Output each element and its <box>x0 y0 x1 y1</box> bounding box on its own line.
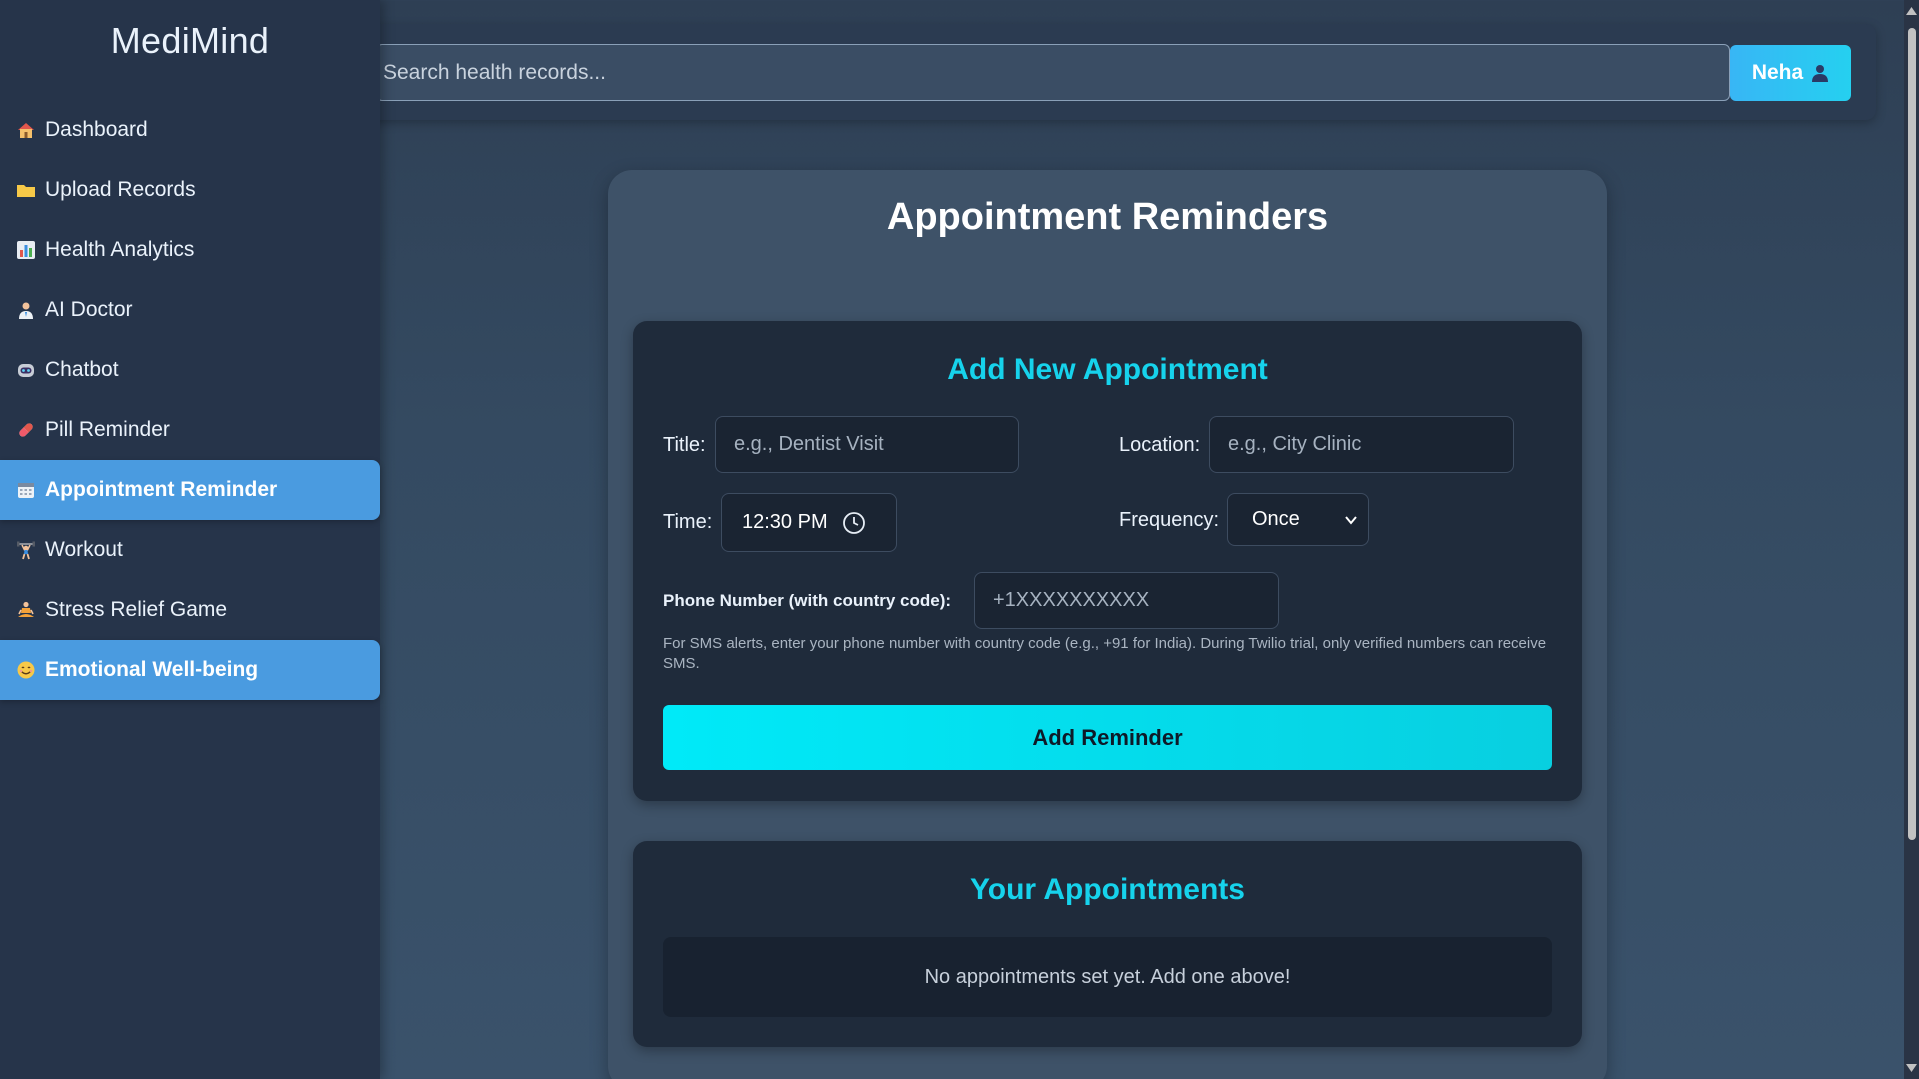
brand-logo: MediMind <box>110 20 270 61</box>
sidebar-item-label: AI Doctor <box>45 298 133 321</box>
add-appointment-panel: Add New Appointment Title: Location: Tim… <box>633 321 1582 801</box>
house-icon <box>15 119 37 141</box>
user-profile-button[interactable]: Neha <box>1730 45 1851 101</box>
sidebar-item-workout[interactable]: Workout <box>0 520 380 580</box>
add-appointment-heading: Add New Appointment <box>947 353 1268 386</box>
sidebar-item-chatbot[interactable]: Chatbot <box>0 340 380 400</box>
user-icon <box>1812 65 1829 82</box>
time-label: Time: <box>663 511 713 533</box>
folder-icon <box>15 179 37 201</box>
location-input[interactable] <box>1209 416 1514 473</box>
sidebar: MediMind Dashboard Upload Records Health… <box>0 0 380 1079</box>
calendar-icon <box>15 479 37 501</box>
meditation-icon <box>15 599 37 621</box>
clock-icon[interactable] <box>842 511 866 535</box>
robot-icon <box>15 359 37 381</box>
main-card: Appointment Reminders Add New Appointmen… <box>608 170 1607 1079</box>
phone-label: Phone Number (with country code): <box>663 591 952 610</box>
sidebar-item-label: Health Analytics <box>45 238 195 261</box>
search-input[interactable] <box>376 44 1730 101</box>
page-scrollbar[interactable] <box>1904 0 1919 1079</box>
time-input[interactable]: 12:30 PM <box>721 493 897 552</box>
frequency-label: Frequency: <box>1119 509 1220 531</box>
appointments-heading: Your Appointments <box>970 873 1245 906</box>
add-reminder-button[interactable]: Add Reminder <box>663 705 1552 770</box>
top-bar: Neha <box>360 24 1876 120</box>
weightlifter-icon <box>15 539 37 561</box>
time-value: 12:30 PM <box>742 511 828 533</box>
sidebar-item-upload-records[interactable]: Upload Records <box>0 160 380 220</box>
doctor-icon <box>15 299 37 321</box>
pill-icon <box>15 419 37 441</box>
frequency-select[interactable]: Once <box>1227 493 1369 546</box>
scroll-down-arrow-icon[interactable] <box>1906 1063 1917 1073</box>
appointments-list-panel: Your Appointments No appointments set ye… <box>633 841 1582 1047</box>
sms-hint-text: For SMS alerts, enter your phone number … <box>663 635 1547 672</box>
scroll-up-arrow-icon[interactable] <box>1906 6 1917 16</box>
sidebar-item-label: Emotional Well-being <box>45 658 259 681</box>
smiley-icon <box>15 659 37 681</box>
sidebar-item-label: Chatbot <box>45 358 119 381</box>
user-name: Neha <box>1751 61 1804 84</box>
sidebar-item-appointment-reminder[interactable]: Appointment Reminder <box>0 460 380 520</box>
phone-input[interactable] <box>974 572 1279 629</box>
scrollbar-thumb[interactable] <box>1908 28 1916 840</box>
sidebar-item-dashboard[interactable]: Dashboard <box>0 100 380 160</box>
empty-appointments-message: No appointments set yet. Add one above! <box>663 937 1552 1017</box>
title-label: Title: <box>663 434 706 456</box>
bar-chart-icon <box>15 239 37 261</box>
title-input[interactable] <box>715 416 1019 473</box>
sidebar-item-label: Pill Reminder <box>45 418 170 441</box>
page-title: Appointment Reminders <box>886 196 1329 238</box>
sidebar-item-stress-relief-game[interactable]: Stress Relief Game <box>0 580 380 640</box>
chevron-down-icon <box>1345 516 1357 525</box>
location-label: Location: <box>1119 434 1201 456</box>
sidebar-item-label: Upload Records <box>45 178 196 201</box>
frequency-value: Once <box>1252 508 1300 530</box>
sidebar-item-ai-doctor[interactable]: AI Doctor <box>0 280 380 340</box>
sidebar-item-pill-reminder[interactable]: Pill Reminder <box>0 400 380 460</box>
sidebar-item-emotional-well-being[interactable]: Emotional Well-being <box>0 640 380 700</box>
sidebar-item-label: Appointment Reminder <box>45 478 278 501</box>
sidebar-item-label: Dashboard <box>45 118 148 141</box>
sidebar-item-label: Stress Relief Game <box>45 598 228 621</box>
sidebar-item-label: Workout <box>45 538 123 561</box>
sidebar-item-health-analytics[interactable]: Health Analytics <box>0 220 380 280</box>
